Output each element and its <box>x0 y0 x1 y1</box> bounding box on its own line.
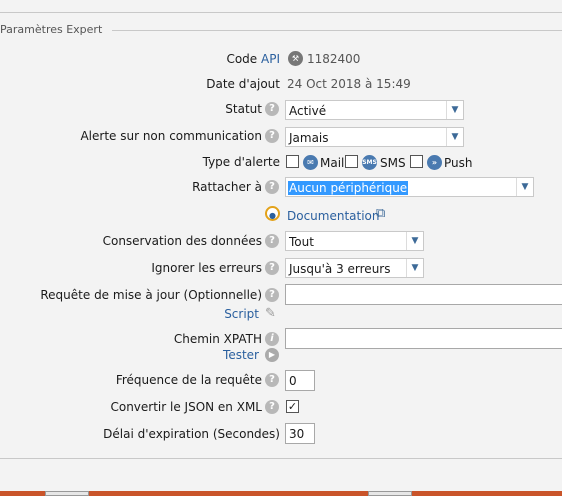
mail-label: Mail <box>320 156 345 170</box>
frequence-label: Fréquence de la requête <box>115 373 262 387</box>
json-xml-label: Convertir le JSON en XML <box>110 400 262 414</box>
conservation-label: Conservation des données <box>102 234 262 248</box>
rattacher-label: Rattacher à <box>192 180 262 194</box>
alerte-select-value: Jamais <box>289 131 329 145</box>
script-link[interactable]: Script <box>224 307 259 321</box>
wrench-icon: ⚒ <box>288 51 303 66</box>
sms-label: SMS <box>380 156 406 170</box>
chevron-down-icon: ▼ <box>446 128 463 146</box>
statut-select-value: Activé <box>289 104 327 118</box>
chevron-down-icon: ▼ <box>516 178 533 196</box>
date-ajout-label: Date d'ajout <box>206 77 280 91</box>
xpath-label: Chemin XPATH <box>173 332 262 346</box>
external-link-icon[interactable]: ⧉ <box>376 206 385 221</box>
fieldset-border <box>112 30 562 31</box>
ignorer-label: Ignorer les erreurs <box>151 261 262 275</box>
mail-icon: ✉ <box>303 155 318 170</box>
rattacher-select-value: Aucun périphérique <box>288 181 409 195</box>
chevron-down-icon: ▼ <box>406 259 423 277</box>
alerte-label: Alerte sur non communication <box>80 129 262 143</box>
help-icon[interactable]: ? <box>265 129 279 143</box>
chevron-down-icon: ▼ <box>406 232 423 250</box>
help-icon[interactable]: ? <box>265 234 279 248</box>
frequence-input-value: 0 <box>289 374 297 388</box>
footer-button-left[interactable] <box>45 491 89 496</box>
section-legend: Paramètres Expert <box>0 23 107 36</box>
conservation-select[interactable]: Tout ▼ <box>285 231 424 251</box>
pencil-icon[interactable]: ✎ <box>265 306 276 321</box>
documentation-icon: ● <box>265 206 280 221</box>
requete-input[interactable] <box>285 284 562 305</box>
push-checkbox[interactable] <box>410 155 423 168</box>
bottom-divider <box>0 458 562 459</box>
play-icon[interactable]: ▶ <box>265 348 279 362</box>
code-label-text: Code <box>226 52 258 66</box>
code-api-label: Code API <box>226 52 280 66</box>
frequence-input[interactable]: 0 <box>285 370 315 391</box>
sms-checkbox[interactable] <box>345 155 358 168</box>
footer-button-right[interactable] <box>368 491 412 496</box>
top-divider <box>0 12 562 13</box>
statut-label: Statut <box>225 102 262 116</box>
help-icon[interactable]: ? <box>265 400 279 414</box>
sms-icon: SMS <box>362 155 377 170</box>
statut-select[interactable]: Activé ▼ <box>285 100 464 120</box>
push-label: Push <box>444 156 473 170</box>
ignorer-select[interactable]: Jusqu'à 3 erreurs ▼ <box>285 258 424 278</box>
api-link[interactable]: API <box>261 52 280 66</box>
help-icon[interactable]: ? <box>265 373 279 387</box>
delai-label: Délai d'expiration (Secondes) <box>103 427 280 441</box>
conservation-select-value: Tout <box>289 235 314 249</box>
json-xml-checkbox[interactable]: ✓ <box>286 400 299 413</box>
tester-link[interactable]: Tester <box>223 348 259 362</box>
rattacher-selected-text: Aucun périphérique <box>288 181 409 195</box>
push-icon: » <box>427 155 442 170</box>
date-ajout-value: 24 Oct 2018 à 15:49 <box>287 77 411 91</box>
info-icon[interactable]: i <box>265 332 279 346</box>
help-icon[interactable]: ? <box>265 102 279 116</box>
rattacher-select[interactable]: Aucun périphérique ▼ <box>285 177 534 197</box>
ignorer-select-value: Jusqu'à 3 erreurs <box>289 262 391 276</box>
documentation-link[interactable]: Documentation <box>287 209 380 223</box>
code-api-value: 1182400 <box>307 52 361 66</box>
delai-input[interactable]: 30 <box>285 423 315 444</box>
mail-checkbox[interactable] <box>286 155 299 168</box>
help-icon[interactable]: ? <box>265 261 279 275</box>
requete-label: Requête de mise à jour (Optionnelle) <box>40 288 262 302</box>
chevron-down-icon: ▼ <box>446 101 463 119</box>
help-icon[interactable]: ? <box>265 288 279 302</box>
xpath-input[interactable] <box>285 328 562 349</box>
alerte-select[interactable]: Jamais ▼ <box>285 127 464 147</box>
help-icon[interactable]: ? <box>265 180 279 194</box>
delai-input-value: 30 <box>289 427 305 441</box>
type-alerte-label: Type d'alerte <box>202 155 280 169</box>
